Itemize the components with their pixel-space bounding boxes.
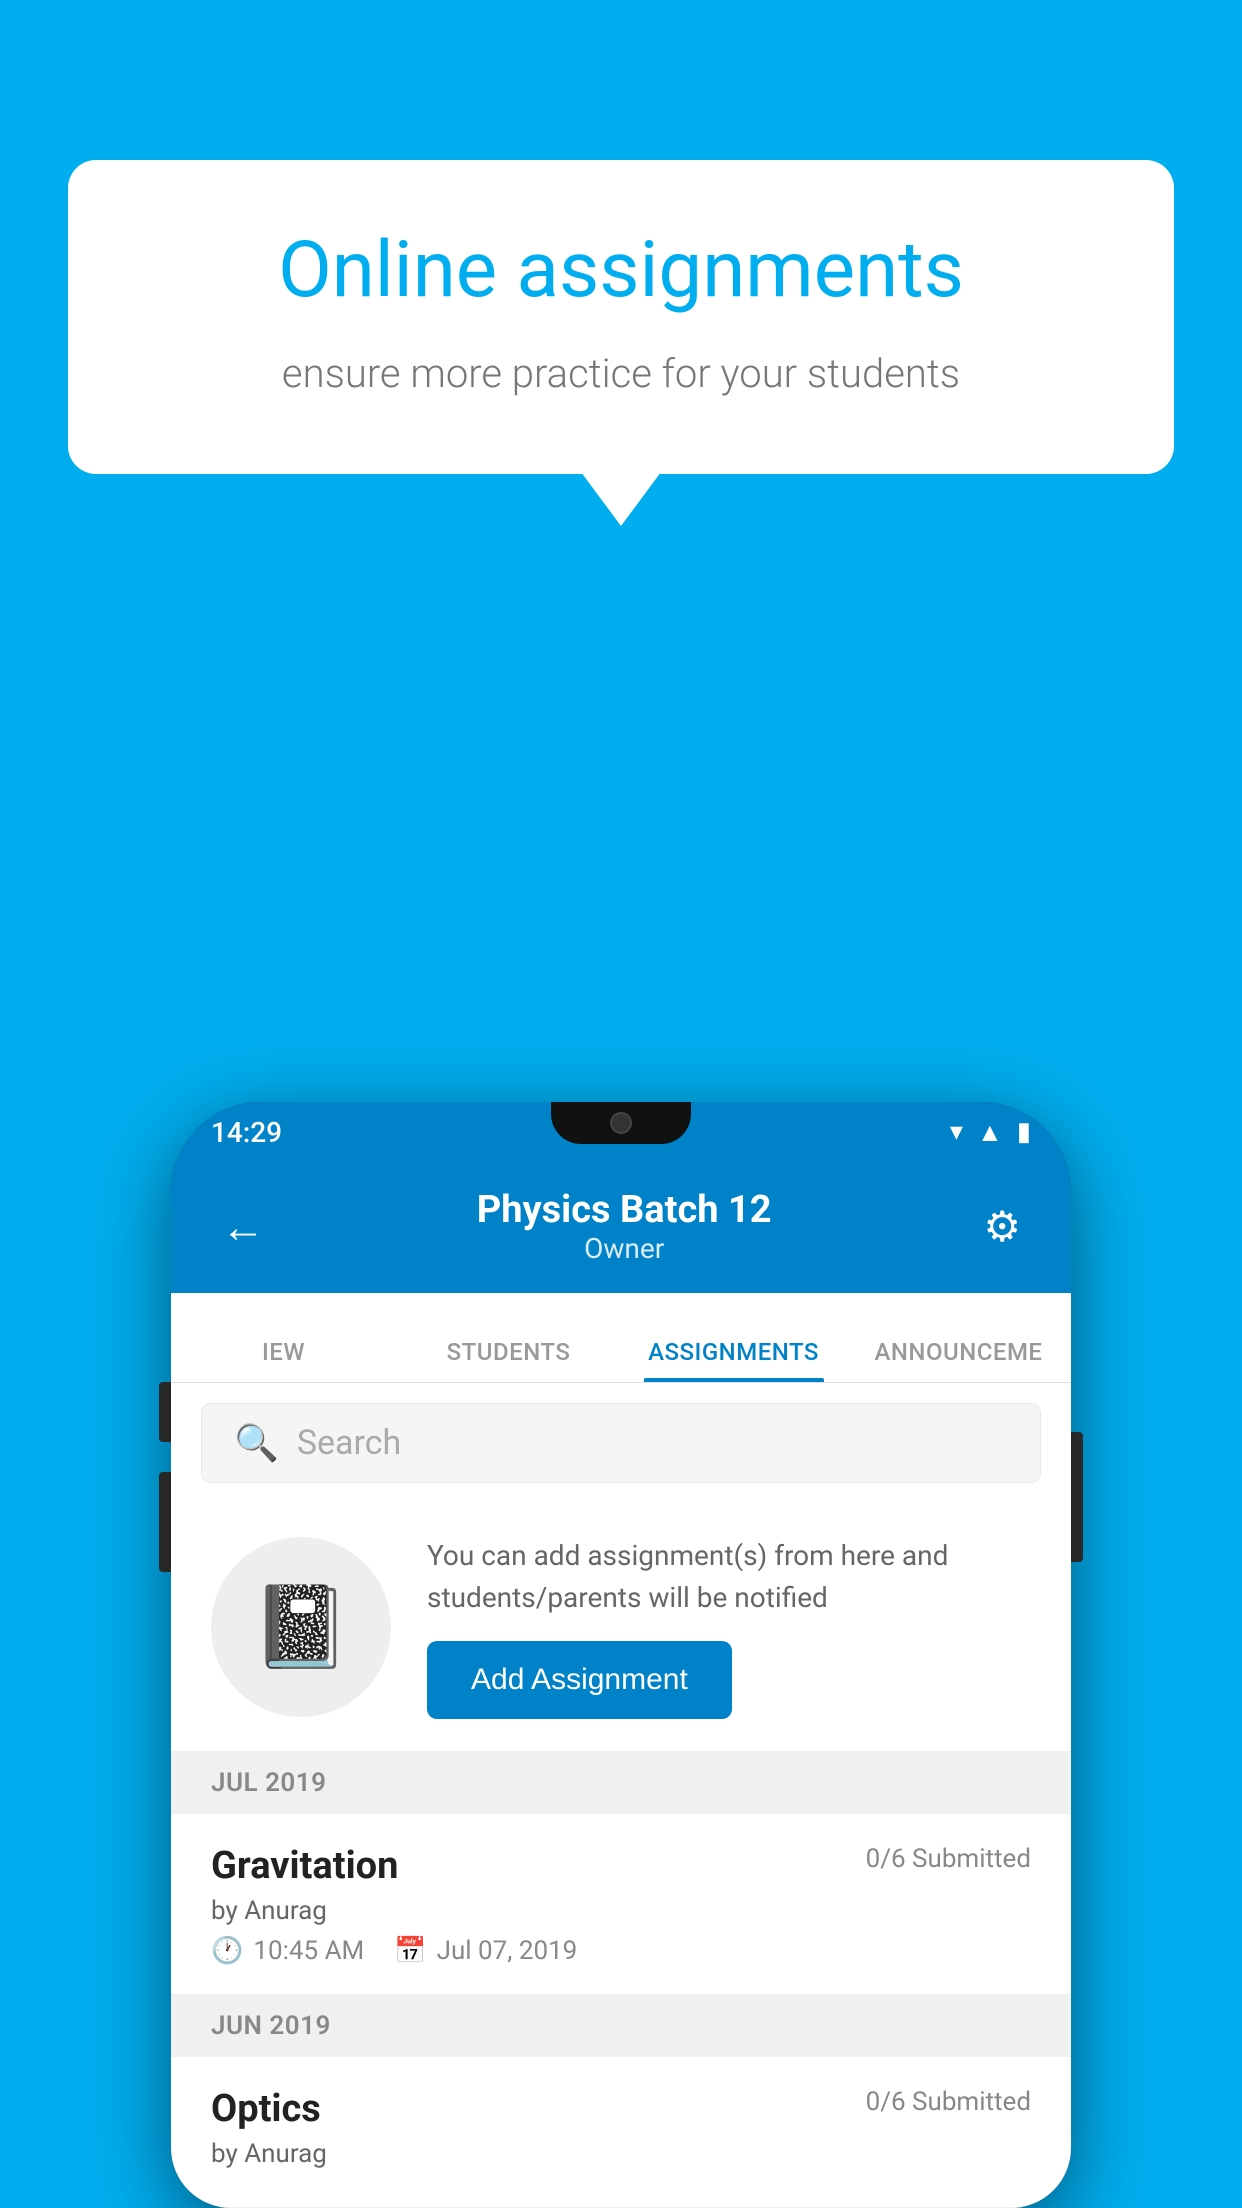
promo-description: You can add assignment(s) from here and … [427,1535,1031,1619]
tab-bar: IEW STUDENTS ASSIGNMENTS ANNOUNCEME [171,1293,1071,1383]
tab-students[interactable]: STUDENTS [396,1338,621,1382]
header-title-block: Physics Batch 12 Owner [265,1188,983,1265]
section-header-jul: JUL 2019 [171,1752,1071,1814]
assignment-author-optics: by Anurag [211,2139,1031,2169]
back-button[interactable]: ← [221,1201,265,1253]
phone-side-button-2 [159,1472,171,1572]
add-assignment-button[interactable]: Add Assignment [427,1641,732,1719]
search-icon: 🔍 [234,1422,279,1464]
speech-bubble: Online assignments ensure more practice … [68,160,1174,474]
phone-mockup: 14:29 ▾ ▲ ▮ ← Physics Batch 12 Owner ⚙ [171,1102,1071,2208]
assignment-item-gravitation[interactable]: Gravitation 0/6 Submitted by Anurag 🕐 10… [171,1814,1071,1995]
app-header: ← Physics Batch 12 Owner ⚙ [171,1162,1071,1293]
promo-card: Online assignments ensure more practice … [68,160,1174,474]
calendar-icon: 📅 [394,1936,426,1966]
assignment-time: 🕐 10:45 AM [211,1936,364,1966]
assignment-date: 📅 Jul 07, 2019 [394,1936,577,1966]
assignment-author: by Anurag [211,1896,1031,1926]
promo-icon-container: 📓 [211,1537,391,1717]
bubble-title: Online assignments [140,224,1102,318]
clock-icon: 🕐 [211,1936,243,1966]
phone-power-button [1071,1432,1083,1562]
settings-icon[interactable]: ⚙ [983,1202,1021,1252]
submitted-count: 0/6 Submitted [866,1844,1031,1874]
search-container: 🔍 Search [171,1383,1071,1503]
tab-overview[interactable]: IEW [171,1338,396,1382]
add-assignment-promo: 📓 You can add assignment(s) from here an… [171,1503,1071,1752]
assignment-name: Gravitation [211,1844,398,1888]
status-time: 14:29 [211,1116,282,1149]
battery-icon: ▮ [1017,1117,1031,1147]
assignment-name-optics: Optics [211,2087,321,2131]
search-placeholder: Search [297,1423,401,1463]
promo-content: You can add assignment(s) from here and … [427,1535,1031,1719]
front-camera [610,1112,632,1134]
batch-title: Physics Batch 12 [265,1188,983,1232]
wifi-icon: ▾ [950,1117,963,1147]
assignment-item-optics[interactable]: Optics 0/6 Submitted by Anurag [171,2057,1071,2208]
phone-outer: 14:29 ▾ ▲ ▮ ← Physics Batch 12 Owner ⚙ [171,1102,1071,2208]
submitted-count-optics: 0/6 Submitted [866,2087,1031,2117]
tab-assignments[interactable]: ASSIGNMENTS [621,1338,846,1382]
section-header-jun: JUN 2019 [171,1995,1071,2057]
assignment-meta: 🕐 10:45 AM 📅 Jul 07, 2019 [211,1936,1031,1966]
bubble-subtitle: ensure more practice for your students [140,346,1102,402]
notebook-icon: 📓 [251,1580,351,1674]
tab-announcements[interactable]: ANNOUNCEME [846,1338,1071,1382]
phone-screen: ← Physics Batch 12 Owner ⚙ IEW STUDENTS … [171,1162,1071,2208]
phone-notch [551,1102,691,1144]
status-icons: ▾ ▲ ▮ [950,1117,1031,1148]
search-bar[interactable]: 🔍 Search [201,1403,1041,1483]
phone-side-button [159,1382,171,1442]
role-label: Owner [265,1232,983,1265]
signal-icon: ▲ [977,1117,1003,1148]
